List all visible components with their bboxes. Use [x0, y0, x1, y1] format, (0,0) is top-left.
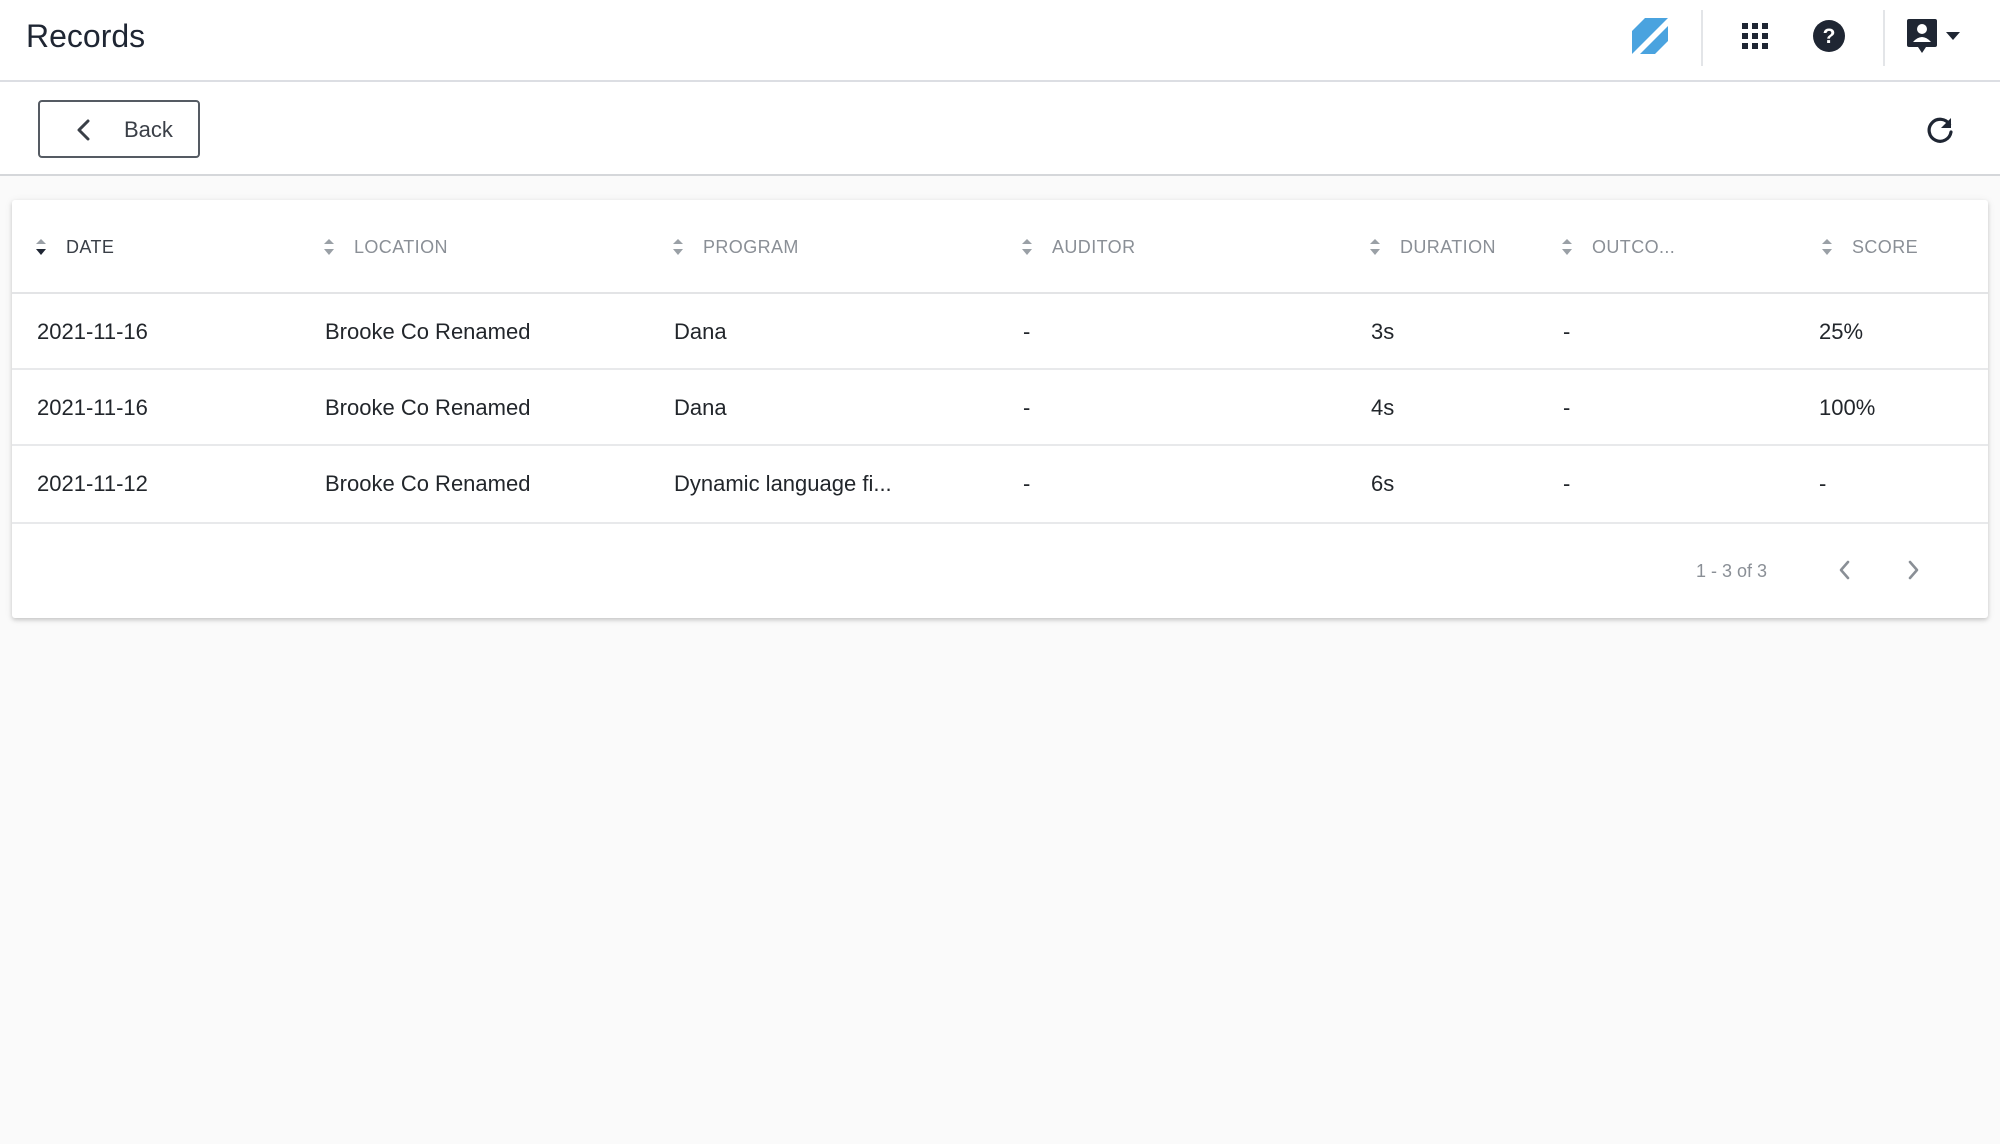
cell-date: 2021-11-16 — [37, 395, 148, 420]
cell-outcome: - — [1563, 319, 1571, 344]
column-header-program[interactable]: PROGRAM — [671, 200, 799, 294]
chevron-left-icon — [76, 119, 90, 146]
next-page-button[interactable] — [1892, 548, 1936, 592]
table-row[interactable]: 2021-11-16 Brooke Co Renamed Dana - 3s -… — [12, 294, 1988, 370]
sort-icon — [322, 237, 336, 257]
cell-score: 25% — [1819, 319, 1864, 344]
cell-location: Brooke Co Renamed — [325, 471, 531, 496]
apps-grid-icon[interactable] — [1731, 12, 1779, 60]
column-label: SCORE — [1852, 236, 1919, 257]
cell-outcome: - — [1563, 395, 1571, 420]
cell-score: - — [1819, 471, 1827, 496]
account-icon — [1906, 17, 1938, 55]
sort-icon — [1820, 237, 1834, 257]
cell-duration: 6s — [1371, 471, 1395, 496]
column-label: OUTCO... — [1592, 236, 1676, 257]
back-button-label: Back — [124, 117, 173, 142]
records-table: DATE LOCATION PROGRAM AUDITOR DURATION O… — [12, 200, 1988, 618]
column-header-date[interactable]: DATE — [34, 200, 114, 294]
column-header-duration[interactable]: DURATION — [1368, 200, 1496, 294]
pagination-range: 1 - 3 of 3 — [1696, 561, 1768, 581]
pagination: 1 - 3 of 3 — [12, 524, 1988, 618]
cell-location: Brooke Co Renamed — [325, 395, 531, 420]
refresh-icon — [1925, 115, 1955, 145]
column-label: AUDITOR — [1052, 236, 1136, 257]
column-header-auditor[interactable]: AUDITOR — [1020, 200, 1135, 294]
cell-score: 100% — [1819, 395, 1876, 420]
column-header-location[interactable]: LOCATION — [322, 200, 448, 294]
sort-icon — [1560, 237, 1574, 257]
cell-auditor: - — [1023, 471, 1031, 496]
header-divider — [1883, 10, 1885, 66]
chevron-left-icon — [1837, 559, 1851, 581]
cell-program: Dynamic language fi... — [674, 471, 892, 496]
sort-icon — [1020, 237, 1034, 257]
cell-program: Dana — [674, 319, 727, 344]
table-header: DATE LOCATION PROGRAM AUDITOR DURATION O… — [12, 200, 1988, 294]
toolbar: Back — [0, 82, 2000, 176]
cell-date: 2021-11-16 — [37, 319, 148, 344]
svg-text:?: ? — [1823, 25, 1836, 48]
header-divider — [1701, 10, 1703, 66]
caret-down-icon — [1946, 32, 1960, 40]
cell-outcome: - — [1563, 471, 1571, 496]
column-label: DURATION — [1400, 236, 1496, 257]
cell-location: Brooke Co Renamed — [325, 319, 531, 344]
app-header: Records ? — [0, 0, 2000, 82]
sort-icon — [34, 237, 48, 257]
page-title: Records — [26, 18, 146, 54]
column-label: DATE — [66, 236, 115, 257]
chevron-right-icon — [1907, 559, 1921, 581]
column-header-outcome[interactable]: OUTCO... — [1560, 200, 1675, 294]
column-header-score[interactable]: SCORE — [1820, 200, 1918, 294]
table-row[interactable]: 2021-11-16 Brooke Co Renamed Dana - 4s -… — [12, 370, 1988, 446]
help-icon[interactable]: ? — [1805, 12, 1853, 60]
cell-duration: 3s — [1371, 319, 1395, 344]
brand-logo-icon[interactable] — [1626, 12, 1674, 60]
table-row[interactable]: 2021-11-12 Brooke Co Renamed Dynamic lan… — [12, 446, 1988, 524]
back-button[interactable]: Back — [38, 100, 200, 158]
refresh-button[interactable] — [1916, 106, 1964, 154]
cell-auditor: - — [1023, 395, 1031, 420]
column-label: LOCATION — [354, 236, 448, 257]
sort-icon — [1368, 237, 1382, 257]
sort-icon — [671, 237, 685, 257]
previous-page-button[interactable] — [1822, 548, 1866, 592]
cell-program: Dana — [674, 395, 727, 420]
cell-duration: 4s — [1371, 395, 1395, 420]
cell-date: 2021-11-12 — [37, 471, 148, 496]
account-menu[interactable] — [1906, 12, 1976, 60]
column-label: PROGRAM — [703, 236, 799, 257]
cell-auditor: - — [1023, 319, 1031, 344]
